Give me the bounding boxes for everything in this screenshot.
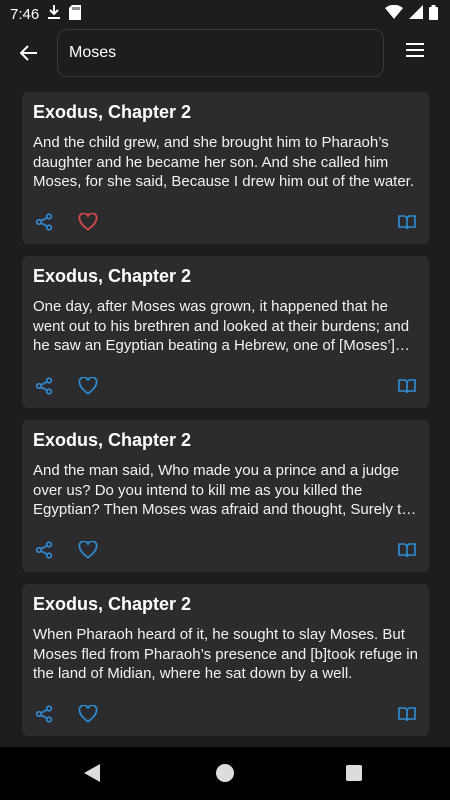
read-button[interactable] <box>395 704 419 728</box>
menu-icon <box>405 42 425 63</box>
favorite-button[interactable] <box>76 375 100 400</box>
share-icon <box>35 376 53 400</box>
result-card[interactable]: Exodus, Chapter 2 And the child grew, an… <box>22 92 429 244</box>
menu-button[interactable] <box>401 38 429 66</box>
signal-icon <box>409 5 423 23</box>
book-icon <box>398 214 416 235</box>
results-list: Exodus, Chapter 2 And the child grew, an… <box>22 92 429 748</box>
book-icon <box>398 706 416 727</box>
book-icon <box>398 378 416 399</box>
heart-icon <box>78 703 98 728</box>
status-left: 7:46 <box>10 4 82 24</box>
result-card[interactable]: Exodus, Chapter 2 One day, after Moses w… <box>22 256 429 408</box>
search-input[interactable] <box>69 44 369 62</box>
heart-icon <box>78 211 98 236</box>
share-button[interactable] <box>32 376 56 400</box>
share-button[interactable] <box>32 212 56 236</box>
download-icon <box>47 4 61 24</box>
read-button[interactable] <box>395 212 419 236</box>
share-button[interactable] <box>32 704 56 728</box>
share-icon <box>35 704 53 728</box>
card-text: One day, after Moses was grown, it happe… <box>33 298 410 354</box>
sd-card-icon <box>69 4 82 24</box>
card-title: Exodus, Chapter 2 <box>33 102 192 122</box>
search-box[interactable] <box>57 29 384 77</box>
read-button[interactable] <box>395 376 419 400</box>
navigation-bar <box>0 747 450 800</box>
card-text: When Pharaoh heard of it, he sought to s… <box>33 626 418 682</box>
share-button[interactable] <box>32 540 56 564</box>
nav-back-icon[interactable] <box>84 764 100 787</box>
status-time: 7:46 <box>10 5 40 23</box>
heart-icon <box>78 539 98 564</box>
card-title: Exodus, Chapter 2 <box>33 266 192 286</box>
share-icon <box>35 212 53 236</box>
result-card[interactable]: Exodus, Chapter 2 And the man said, Who … <box>22 420 429 572</box>
card-text: And the man said, Who made you a prince … <box>33 462 417 518</box>
wifi-icon <box>385 4 403 23</box>
favorite-button[interactable] <box>76 211 100 236</box>
status-right <box>385 4 438 24</box>
back-button[interactable] <box>14 40 44 70</box>
favorite-button[interactable] <box>76 539 100 564</box>
app-bar <box>0 28 450 80</box>
heart-icon <box>78 375 98 400</box>
card-title: Exodus, Chapter 2 <box>33 594 192 614</box>
nav-home-icon[interactable] <box>216 764 234 782</box>
back-arrow-icon <box>19 44 38 66</box>
card-text: And the child grew, and she brought him … <box>33 134 415 190</box>
favorite-button[interactable] <box>76 703 100 728</box>
battery-icon <box>429 4 438 24</box>
read-button[interactable] <box>395 540 419 564</box>
result-card[interactable]: Exodus, Chapter 2 When Pharaoh heard of … <box>22 584 429 736</box>
share-icon <box>35 540 53 564</box>
card-title: Exodus, Chapter 2 <box>33 430 192 450</box>
nav-recent-icon[interactable] <box>346 765 362 781</box>
status-bar: 7:46 <box>0 0 450 28</box>
book-icon <box>398 542 416 563</box>
